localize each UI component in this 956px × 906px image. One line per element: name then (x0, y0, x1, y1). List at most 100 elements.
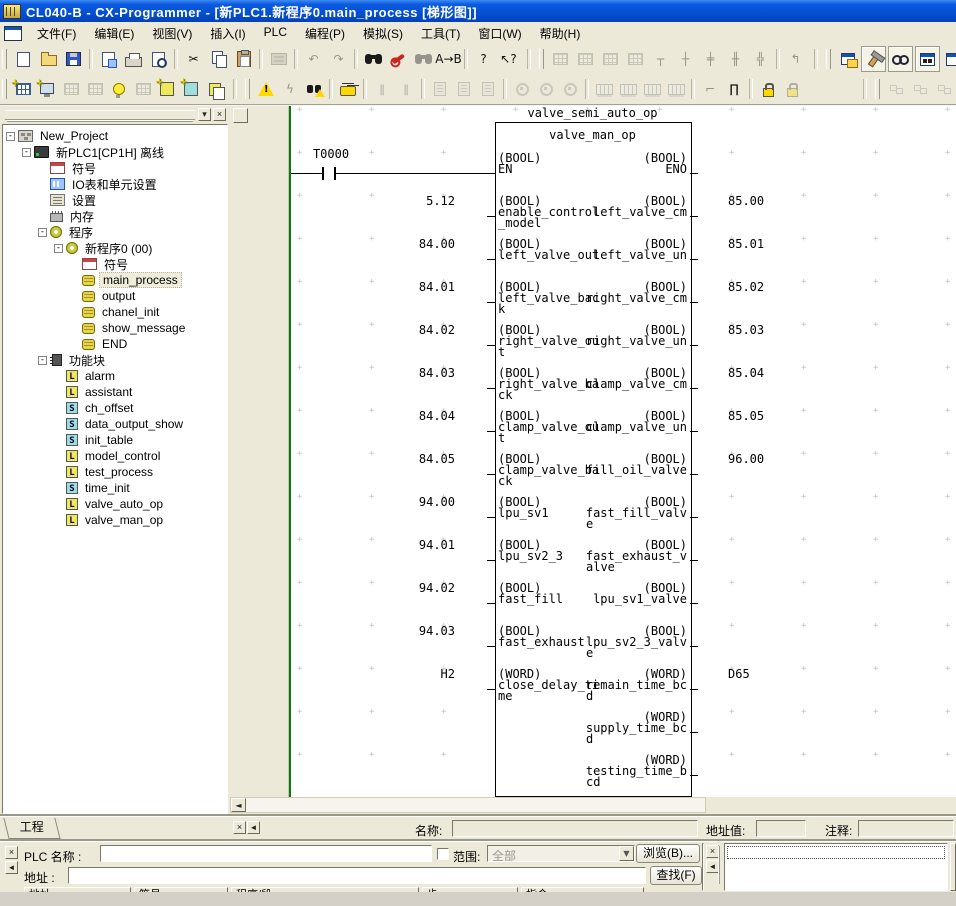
tree-item-new_project[interactable]: -New_Project (3, 128, 227, 144)
fb-output-right_valve_cm[interactable]: (BOOL)right_valve_cm (547, 282, 687, 304)
tree-item-data_output_show[interactable]: Sdata_output_show (3, 416, 227, 432)
fb-output-testing_time_b[interactable]: (WORD)testing_time_bcd (547, 755, 687, 788)
change-all-button[interactable]: A→B (437, 47, 460, 71)
scroll-left-icon[interactable]: ◄ (231, 798, 246, 812)
browse-button[interactable]: 浏览(B)... (636, 844, 700, 863)
tree-item-alarm[interactable]: Lalarm (3, 368, 227, 384)
expand-toggle-icon[interactable]: - (38, 356, 47, 365)
menu-tools[interactable]: 工具(T) (412, 23, 469, 44)
menu-insert[interactable]: 插入(I) (201, 23, 254, 44)
tree-item-assistant[interactable]: Lassistant (3, 384, 227, 400)
fb-output-remain_time_bc[interactable]: (WORD)remain_time_bcd (547, 669, 687, 702)
operand-out-85.04[interactable]: 85.04 (728, 368, 808, 379)
address-input[interactable] (68, 867, 646, 884)
find-panel-close-button[interactable]: × (5, 846, 18, 859)
fb-output-fast_fill_valv[interactable]: (BOOL)fast_fill_valve (547, 497, 687, 530)
operand-in-84.00[interactable]: 84.00 (375, 239, 455, 250)
tree-item-model_control[interactable]: Lmodel_control (3, 448, 227, 464)
tree-item-valve_auto_op[interactable]: Lvalve_auto_op (3, 496, 227, 512)
ladder-editor[interactable]: ++++++++++++++++++++++++++++++++++++++++… (291, 106, 956, 797)
view-io-table-button[interactable] (36, 77, 58, 101)
fb-output-fill_oil_valve[interactable]: (BOOL)fill_oil_valve (547, 454, 687, 476)
find-button[interactable]: 查找(F) (650, 866, 702, 885)
find-panel-collapse-button[interactable]: ◄ (5, 861, 18, 874)
operand-in-84.02[interactable]: 84.02 (375, 325, 455, 336)
workspace-drag-handle[interactable] (5, 110, 195, 120)
fb-instance-button[interactable] (204, 77, 226, 101)
new-window-button[interactable] (942, 47, 956, 71)
expand-toggle-icon[interactable]: - (54, 244, 63, 253)
open-project-button[interactable] (37, 47, 60, 71)
infobar-collapse-button[interactable]: ◄ (247, 821, 260, 834)
operand-out-85.02[interactable]: 85.02 (728, 282, 808, 293)
new-st-fb-button[interactable] (180, 77, 202, 101)
output-selected-row[interactable] (727, 846, 945, 859)
operand-out-85.00[interactable]: 85.00 (728, 196, 808, 207)
operand-in-84.03[interactable]: 84.03 (375, 368, 455, 379)
page-setup-button[interactable] (97, 47, 120, 71)
fb-output-clamp_valve_cm[interactable]: (BOOL)clamp_valve_cm (547, 368, 687, 390)
operand-in-84.01[interactable]: 84.01 (375, 282, 455, 293)
infobar-close-button[interactable]: × (233, 821, 246, 834)
operand-out-96.00[interactable]: 96.00 (728, 454, 808, 465)
fb-output-left_valve_cm[interactable]: (BOOL)left_valve_cm (547, 196, 687, 218)
copy-button[interactable] (207, 47, 230, 71)
menu-help[interactable]: 帮助(H) (531, 23, 590, 44)
cascade-windows-button[interactable] (836, 47, 859, 71)
child-window-icon[interactable] (4, 26, 22, 41)
print-button[interactable] (122, 47, 145, 71)
chevron-down-icon[interactable]: ▼ (619, 846, 634, 861)
name-field[interactable] (452, 820, 698, 837)
fb-output-supply_time_bc[interactable]: (WORD)supply_time_bcd (547, 712, 687, 745)
tree-item--0-00-[interactable]: -新程序0 (00) (3, 240, 227, 256)
fb-output-fast_exhaust_v[interactable]: (BOOL)fast_exhaust_valve (547, 540, 687, 573)
tree-item--[interactable]: 符号 (3, 256, 227, 272)
menu-file[interactable]: 文件(F) (28, 23, 85, 44)
find-button[interactable] (362, 47, 385, 71)
operand-in-H2[interactable]: H2 (375, 669, 455, 680)
find-compile-report-button[interactable] (303, 77, 325, 101)
address-value-field[interactable] (756, 820, 806, 837)
new-document-button[interactable] (12, 47, 35, 71)
fb-output-lpu_sv1_valve[interactable]: (BOOL)lpu_sv1_valve (547, 583, 687, 605)
fb-output-right_valve_un[interactable]: (BOOL)right_valve_un (547, 325, 687, 347)
context-help-button[interactable]: ↖? (497, 47, 520, 71)
tree-item-show_message[interactable]: show_message (3, 320, 227, 336)
ladder-horizontal-scrollbar[interactable]: ◄ (230, 797, 706, 813)
menu-window[interactable]: 窗口(W) (469, 23, 530, 44)
compile-button[interactable] (255, 77, 277, 101)
save-project-button[interactable] (62, 47, 85, 71)
menu-program[interactable]: 编程(P) (296, 23, 354, 44)
expand-toggle-icon[interactable]: - (6, 132, 15, 141)
operand-in-94.00[interactable]: 94.00 (375, 497, 455, 508)
menu-edit[interactable]: 编辑(E) (85, 23, 143, 44)
watch-window-button[interactable] (888, 46, 913, 72)
tree-item-main_process[interactable]: main_process (3, 272, 227, 288)
tree-item-valve_man_op[interactable]: Lvalve_man_op (3, 512, 227, 528)
paste-button[interactable] (232, 47, 255, 71)
tree-item--[interactable]: 内存 (3, 208, 227, 224)
tree-item-test_process[interactable]: Ltest_process (3, 464, 227, 480)
time-chart-monitor-button[interactable]: ∏ (723, 77, 745, 101)
menu-simulation[interactable]: 模拟(S) (354, 23, 412, 44)
new-ladder-fb-button[interactable] (156, 77, 178, 101)
tree-item-ch_offset[interactable]: Sch_offset (3, 400, 227, 416)
fb-output-lpu_sv2_3_valv[interactable]: (BOOL)lpu_sv2_3_valve (547, 626, 687, 659)
tree-item-io-[interactable]: IO表和单元设置 (3, 176, 227, 192)
right-dock-strip[interactable] (950, 843, 956, 891)
output-list[interactable] (724, 843, 948, 891)
expand-toggle-icon[interactable]: - (22, 148, 31, 157)
fb-output-left_valve_un[interactable]: (BOOL)left_valve_un (547, 239, 687, 261)
operand-in-94.03[interactable]: 94.03 (375, 626, 455, 637)
operand-out-85.03[interactable]: 85.03 (728, 325, 808, 336)
fb-output-ENO[interactable]: (BOOL)ENO (547, 153, 687, 175)
menu-plc[interactable]: PLC (255, 23, 296, 44)
tree-item--[interactable]: -功能块 (3, 352, 227, 368)
tree-item--[interactable]: 符号 (3, 160, 227, 176)
scope-checkbox[interactable] (437, 848, 449, 860)
workspace-close-button[interactable]: × (213, 108, 226, 121)
expand-toggle-icon[interactable]: - (38, 228, 47, 237)
view-symbol-table-button[interactable] (12, 77, 34, 101)
set-protection-button[interactable] (757, 77, 779, 101)
tree-item--plc1-cp1h-[interactable]: -新PLC1[CP1H] 离线 (3, 144, 227, 160)
